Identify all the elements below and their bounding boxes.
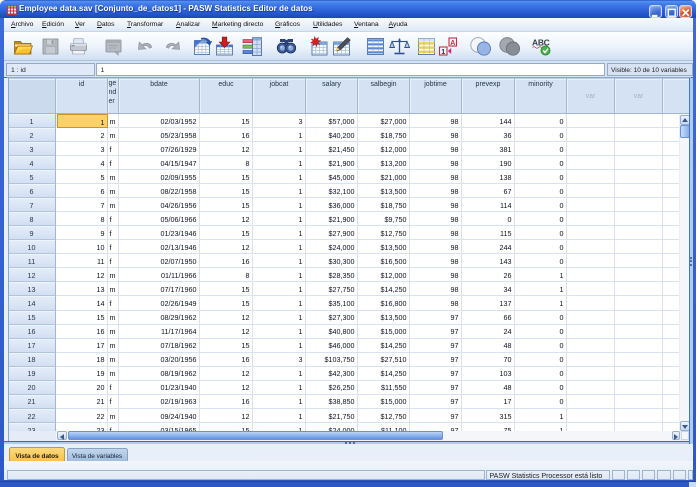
svg-text:A: A <box>450 40 455 47</box>
svg-text:1: 1 <box>441 49 445 56</box>
